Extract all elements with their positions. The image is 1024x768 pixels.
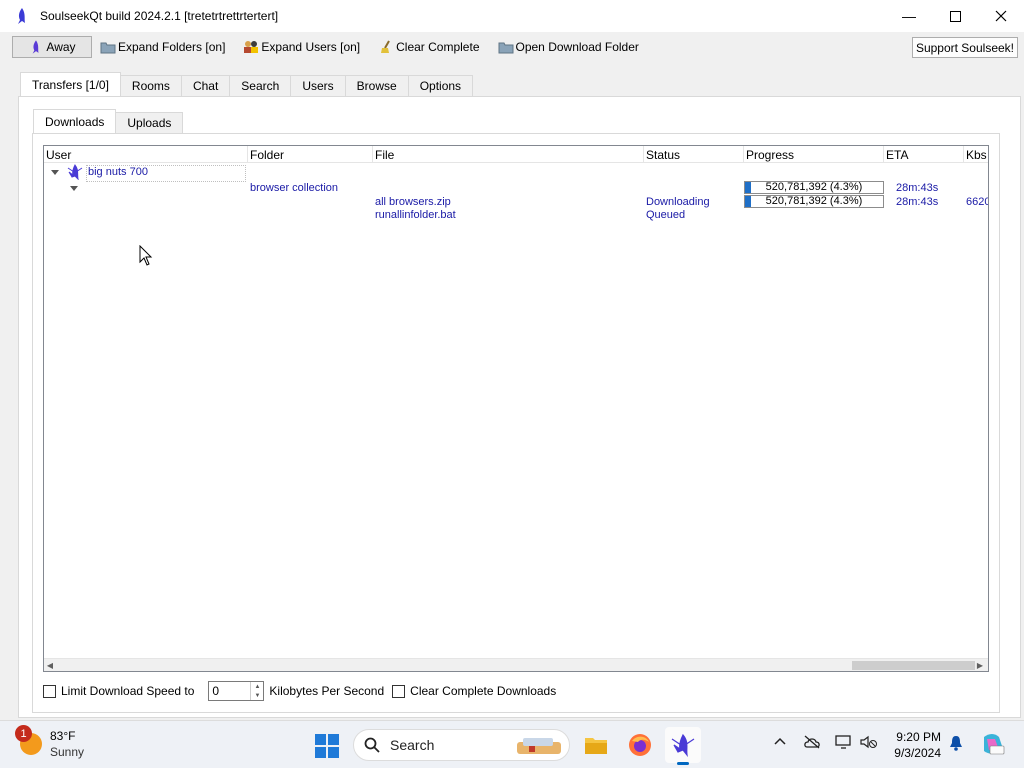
tab-browse[interactable]: Browse xyxy=(344,75,409,96)
file-explorer-icon[interactable] xyxy=(582,731,610,759)
tab-search[interactable]: Search xyxy=(229,75,292,96)
window-title: SoulseekQt build 2024.2.1 [tretetrtrettr… xyxy=(40,9,279,23)
main-tab-bar: Transfers [1/0] Rooms Chat Search Users … xyxy=(20,72,474,96)
speed-spinbox[interactable]: 0 ▲ ▼ xyxy=(208,681,265,701)
user-name: big nuts 700 xyxy=(88,166,148,178)
column-folder[interactable]: Folder xyxy=(248,146,373,163)
column-progress[interactable]: Progress xyxy=(744,146,884,163)
tab-uploads[interactable]: Uploads xyxy=(115,112,184,133)
column-user[interactable]: User xyxy=(44,146,248,163)
clear-complete-button[interactable]: Clear Complete xyxy=(378,36,480,58)
close-icon[interactable] xyxy=(978,0,1024,32)
folder-name: browser collection xyxy=(250,182,339,194)
expand-folders-label: Expand Folders [on] xyxy=(118,40,226,54)
column-file[interactable]: File xyxy=(373,146,644,163)
file-progress-bar: 520,781,392 (4.3%) xyxy=(744,195,884,208)
search-icon xyxy=(364,737,380,753)
downloads-table[interactable]: User Folder File Status Progress ETA Kbs… xyxy=(43,145,989,672)
away-label: Away xyxy=(46,40,76,54)
weather-widget[interactable]: 1 83°F Sunny xyxy=(15,725,85,760)
expand-arrow-icon[interactable] xyxy=(51,170,59,175)
taskbar-search[interactable]: Search xyxy=(353,729,570,761)
soulseek-taskbar-icon[interactable] xyxy=(665,727,701,765)
maximize-icon[interactable] xyxy=(932,0,978,32)
folder-icon xyxy=(498,40,514,54)
toolbar: Away Expand Folders [on] Expand Users [o… xyxy=(0,32,1024,62)
clock-time: 9:20 PM xyxy=(896,730,941,744)
expand-arrow-icon[interactable] xyxy=(70,186,78,191)
horizontal-scrollbar[interactable]: ◀ ▶ xyxy=(44,658,988,671)
column-status[interactable]: Status xyxy=(644,146,744,163)
away-button[interactable]: Away xyxy=(12,36,92,58)
search-highlight-icon xyxy=(515,734,565,758)
table-header: User Folder File Status Progress ETA Kbs xyxy=(44,146,988,163)
progress-text: 520,781,392 (4.3%) xyxy=(765,181,863,193)
taskbar: 1 83°F Sunny Search 9:20 PM 9/3/2024 xyxy=(0,720,1024,768)
show-hidden-icons-chevron-icon[interactable] xyxy=(774,735,786,750)
notification-badge: 1 xyxy=(15,725,32,742)
onedrive-offline-icon[interactable] xyxy=(803,735,821,752)
file-name[interactable]: all browsers.zip xyxy=(375,196,451,208)
copilot-icon[interactable] xyxy=(981,733,1005,758)
network-icon[interactable] xyxy=(835,735,853,752)
minimize-icon[interactable]: — xyxy=(886,0,932,32)
taskbar-clock[interactable]: 9:20 PM 9/3/2024 xyxy=(889,729,941,761)
scroll-left-icon[interactable]: ◀ xyxy=(44,660,56,671)
soulseek-bird-icon xyxy=(16,7,32,25)
clear-complete-downloads-label: Clear Complete Downloads xyxy=(410,684,557,698)
limit-speed-checkbox[interactable] xyxy=(43,684,56,698)
user-bird-icon xyxy=(66,164,84,183)
sun-icon: 1 xyxy=(15,725,42,755)
tab-options[interactable]: Options xyxy=(407,75,474,96)
volume-muted-icon[interactable] xyxy=(860,735,878,752)
download-options: Limit Download Speed to 0 ▲ ▼ Kilobytes P… xyxy=(43,681,556,701)
scroll-right-icon[interactable]: ▶ xyxy=(974,660,986,671)
folder-icon xyxy=(100,40,116,54)
progress-text: 520,781,392 (4.3%) xyxy=(765,195,863,207)
speed-value: 0 xyxy=(212,684,220,698)
temperature: 83°F xyxy=(50,729,76,743)
file-status: Queued xyxy=(646,209,686,221)
clear-complete-label: Clear Complete xyxy=(396,40,480,54)
search-label: Search xyxy=(390,737,435,753)
active-app-indicator xyxy=(677,762,689,765)
file-status: Downloading xyxy=(646,196,710,208)
column-eta[interactable]: ETA xyxy=(884,146,964,163)
file-eta: 28m:43s xyxy=(896,196,939,208)
file-name[interactable]: runallinfolder.bat xyxy=(375,209,456,221)
expand-users-label: Expand Users [on] xyxy=(261,40,361,54)
tab-downloads[interactable]: Downloads xyxy=(33,109,117,133)
support-soulseek-button[interactable]: Support Soulseek! xyxy=(911,37,1018,58)
speed-unit-label: Kilobytes Per Second xyxy=(269,684,385,698)
file-kbs: 6620 xyxy=(966,196,989,208)
expand-folders-button[interactable]: Expand Folders [on] xyxy=(100,36,225,58)
tab-users[interactable]: Users xyxy=(290,75,346,96)
tab-chat[interactable]: Chat xyxy=(180,75,231,96)
expand-users-button[interactable]: Expand Users [on] xyxy=(243,36,360,58)
folder-progress-bar: 520,781,392 (4.3%) xyxy=(744,181,884,194)
folder-eta: 28m:43s xyxy=(896,182,939,194)
clear-complete-downloads-checkbox[interactable] xyxy=(392,684,406,698)
firefox-icon[interactable] xyxy=(626,731,654,759)
limit-speed-label: Limit Download Speed to xyxy=(61,684,195,698)
windows-start-icon[interactable] xyxy=(315,734,339,758)
notification-bell-icon[interactable] xyxy=(949,735,963,754)
spin-arrows-icon[interactable]: ▲ ▼ xyxy=(250,682,263,700)
soulseek-bird-icon xyxy=(28,40,44,54)
tab-rooms[interactable]: Rooms xyxy=(119,75,182,96)
title-bar: SoulseekQt build 2024.2.1 [tretetrtrettr… xyxy=(0,0,1024,32)
clock-date: 9/3/2024 xyxy=(894,746,941,760)
open-download-folder-label: Open Download Folder xyxy=(515,40,639,54)
mouse-cursor-icon xyxy=(139,244,153,270)
sub-tab-bar: Downloads Uploads xyxy=(33,109,184,133)
broom-icon xyxy=(378,40,394,54)
open-download-folder-button[interactable]: Open Download Folder xyxy=(498,36,639,58)
weather-condition: Sunny xyxy=(50,745,85,759)
tab-transfers[interactable]: Transfers [1/0] xyxy=(20,72,121,96)
users-icon xyxy=(243,40,259,54)
scrollbar-thumb[interactable] xyxy=(852,661,975,670)
column-kbs[interactable]: Kbs xyxy=(964,146,988,163)
